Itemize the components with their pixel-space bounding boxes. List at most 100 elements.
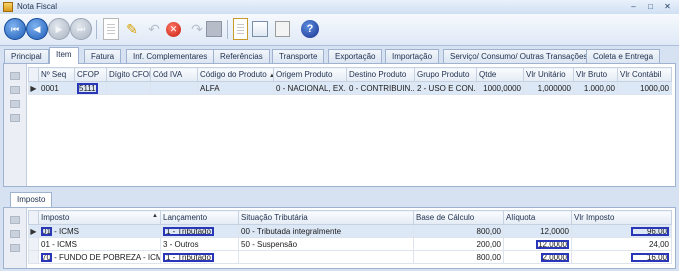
insert-row-icon[interactable] [10, 230, 20, 238]
cell-imposto[interactable]: 01 - ICMS [38, 237, 161, 251]
cell-cfop[interactable]: 5111 [74, 81, 107, 95]
tab-servico-consumo[interactable]: Serviço/ Consumo/ Outras Transações [443, 49, 595, 63]
cell-situacao[interactable]: 00 - Tributada integralmente [238, 224, 414, 238]
cell-situacao[interactable] [238, 250, 414, 264]
cell-vlr-bruto[interactable]: 1.000,00 [573, 81, 618, 95]
cell-situacao[interactable]: 50 - Suspensão [238, 237, 414, 251]
item-panel: Nº Seq CFOP Dígito CFOP Cód IVA Código d… [3, 63, 676, 187]
col-header[interactable]: Vlr Unitário [523, 67, 574, 82]
cell-lancamento[interactable]: 3 - Outros [160, 237, 239, 251]
cell-vlr-contabil[interactable]: 1000,00 [617, 81, 672, 95]
col-header[interactable]: Código do Produto ▲ [197, 67, 274, 82]
cell-origem[interactable]: 0 - NACIONAL, EX... [273, 81, 347, 95]
window-title: Nota Fiscal [17, 2, 58, 11]
cell-base[interactable]: 200,00 [413, 237, 504, 251]
col-header[interactable]: Lançamento [160, 210, 239, 225]
cell-vlr-unitario[interactable]: 1,000000 [523, 81, 574, 95]
col-header[interactable]: Origem Produto [273, 67, 347, 82]
add-row-icon[interactable] [10, 72, 20, 80]
copy-row-icon[interactable] [10, 100, 20, 108]
cell-aliquota[interactable]: 12,0000 [503, 224, 572, 238]
toolbar: ⏮ ◀ ▶ ⏭ ✎ ↶ ✕ ↷ ? [0, 14, 679, 46]
cell-grupo[interactable]: 2 - USO E CON... [414, 81, 477, 95]
col-header[interactable]: Nº Seq [38, 67, 75, 82]
delete-row-icon[interactable] [10, 114, 20, 122]
add-row-icon[interactable] [10, 216, 20, 224]
previous-record-icon[interactable]: ◀ [26, 18, 48, 40]
next-record-icon[interactable]: ▶ [48, 18, 70, 40]
lock-icon[interactable] [275, 21, 290, 37]
insert-row-icon[interactable] [10, 86, 20, 94]
table-row[interactable]: ▶ 01 - ICMS 1 - Tributado 00 - Tributada… [28, 224, 672, 238]
cell-vlr-imposto[interactable]: 16,00 [571, 250, 672, 264]
table-row[interactable]: 70 - FUNDO DE POBREZA - ICMS 1 - Tributa… [28, 250, 672, 264]
cell-lancamento[interactable]: 1 - Tributado [160, 250, 239, 264]
maximize-button[interactable]: □ [645, 2, 656, 11]
tab-imposto[interactable]: Imposto [10, 192, 53, 207]
cell-vlr-imposto[interactable]: 96,00 [571, 224, 672, 238]
tab-referencias[interactable]: Referências [213, 49, 270, 63]
col-header[interactable]: Destino Produto [346, 67, 415, 82]
col-header[interactable]: Vlr Bruto [573, 67, 618, 82]
col-header[interactable]: Dígito CFOP [106, 67, 151, 82]
cell-imposto[interactable]: 01 - ICMS [38, 224, 161, 238]
col-header[interactable]: Imposto ▲ [38, 210, 161, 225]
cell-lancamento[interactable]: 1 - Tributado [160, 224, 239, 238]
cell-digito-cfop[interactable] [106, 81, 151, 95]
tab-inf-complementares[interactable]: Inf. Complementares [126, 49, 215, 63]
col-header[interactable]: Base de Cálculo [413, 210, 504, 225]
cell-destino[interactable]: 0 - CONTRIBUIN... [346, 81, 415, 95]
edit-icon[interactable]: ✎ [121, 18, 143, 40]
close-button[interactable]: ✕ [662, 2, 673, 11]
cell-seq[interactable]: 0001 [38, 81, 75, 95]
tab-item[interactable]: Item [49, 47, 79, 64]
save-icon[interactable] [206, 21, 222, 37]
items-grid: Nº Seq CFOP Dígito CFOP Cód IVA Código d… [28, 67, 672, 95]
help-icon[interactable]: ? [301, 20, 319, 38]
tax-row-actions [4, 208, 27, 268]
cell-qtde[interactable]: 1000,0000 [476, 81, 524, 95]
tab-transporte[interactable]: Transporte [272, 49, 325, 63]
cell-produto[interactable]: ALFA [197, 81, 274, 95]
tab-principal[interactable]: Principal [4, 49, 49, 63]
last-record-icon[interactable]: ⏭ [70, 18, 92, 40]
col-header[interactable]: CFOP [74, 67, 107, 82]
tab-importacao[interactable]: Importação [385, 49, 440, 63]
delete-row-icon[interactable] [10, 244, 20, 252]
cell-cod-iva[interactable] [150, 81, 198, 95]
export-icon[interactable] [252, 21, 268, 37]
vlr-imposto-highlight: 96,00 [631, 226, 669, 236]
redo-icon[interactable]: ↷ [186, 18, 208, 40]
tab-coleta-entrega[interactable]: Coleta e Entrega [586, 49, 661, 63]
tab-fatura[interactable]: Fatura [84, 49, 122, 63]
col-header[interactable]: Situação Tributária [238, 210, 414, 225]
tax-code-highlight: 01 [41, 226, 52, 236]
report-icon[interactable] [233, 18, 248, 40]
col-header[interactable]: Cód IVA [150, 67, 198, 82]
col-header[interactable]: Vlr Imposto [571, 210, 672, 225]
cell-base[interactable]: 800,00 [413, 250, 504, 264]
col-header[interactable]: Qtde [476, 67, 524, 82]
col-header[interactable]: Grupo Produto [414, 67, 477, 82]
main-tabs: Principal Item Fatura Inf. Complementare… [0, 47, 679, 64]
table-row[interactable]: 01 - ICMS 3 - Outros 50 - Suspensão 200,… [28, 237, 672, 251]
tab-exportacao[interactable]: Exportação [328, 49, 383, 63]
cell-aliquota[interactable]: 2,0000 [503, 250, 572, 264]
delete-icon[interactable]: ✕ [166, 22, 181, 37]
col-header[interactable]: Alíquota [503, 210, 572, 225]
tax-header-row: Imposto ▲ Lançamento Situação Tributária … [28, 210, 672, 225]
col-header-label: Imposto [41, 213, 70, 222]
cell-imposto[interactable]: 70 - FUNDO DE POBREZA - ICMS [38, 250, 161, 264]
cell-aliquota[interactable]: 12,0000 [503, 237, 572, 251]
cell-base[interactable]: 800,00 [413, 224, 504, 238]
row-indicator-icon [28, 237, 39, 251]
new-document-icon[interactable] [103, 18, 119, 40]
minimize-button[interactable]: – [628, 2, 639, 11]
first-record-icon[interactable]: ⏮ [4, 18, 26, 40]
table-row[interactable]: ▶ 0001 5111 ALFA 0 - NACIONAL, EX... 0 -… [28, 81, 672, 95]
tax-code-highlight: 70 [41, 252, 52, 262]
vlr-imposto-highlight: 16,00 [631, 252, 669, 262]
undo-icon[interactable]: ↶ [143, 18, 165, 40]
col-header[interactable]: Vlr Contábil [617, 67, 672, 82]
cell-vlr-imposto[interactable]: 24,00 [571, 237, 672, 251]
